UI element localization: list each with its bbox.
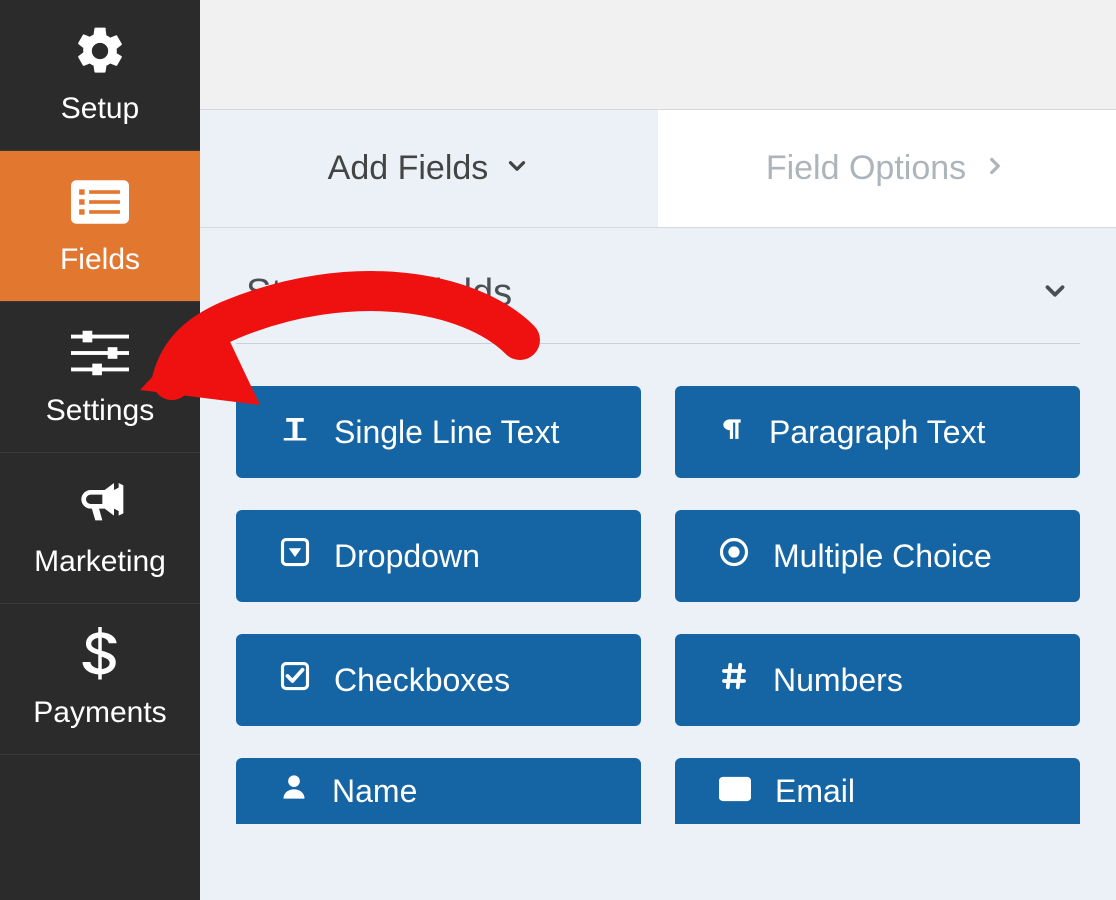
sidebar-item-label: Payments [33, 696, 166, 730]
sliders-icon [71, 324, 129, 382]
dollar-icon [71, 626, 129, 684]
field-button-numbers[interactable]: Numbers [675, 634, 1080, 726]
field-label: Multiple Choice [773, 538, 992, 575]
field-button-multiple-choice[interactable]: Multiple Choice [675, 510, 1080, 602]
field-label: Numbers [773, 662, 903, 699]
tab-field-options[interactable]: Field Options [658, 110, 1116, 227]
sidebar-item-payments[interactable]: Payments [0, 604, 200, 755]
field-label: Single Line Text [334, 414, 559, 451]
sidebar-item-label: Marketing [34, 545, 166, 579]
sidebar-item-label: Settings [46, 394, 154, 428]
field-button-email[interactable]: Email [675, 758, 1080, 824]
section-title: Standard Fields [246, 272, 512, 315]
section-header-standard-fields[interactable]: Standard Fields [236, 262, 1080, 344]
tab-label: Add Fields [328, 149, 489, 188]
envelope-icon [719, 773, 751, 810]
field-button-checkboxes[interactable]: Checkboxes [236, 634, 641, 726]
field-button-paragraph-text[interactable]: Paragraph Text [675, 386, 1080, 478]
chevron-down-icon [1040, 276, 1070, 311]
pilcrow-icon [719, 413, 745, 451]
main-area: Add Fields Field Options Standard Fields [200, 0, 1116, 900]
field-label: Name [332, 773, 417, 810]
sidebar: Setup Fields Settings Marketing Payments [0, 0, 200, 900]
field-label: Paragraph Text [769, 414, 985, 451]
dropdown-icon [280, 537, 310, 575]
radio-icon [719, 537, 749, 575]
sidebar-item-setup[interactable]: Setup [0, 0, 200, 151]
text-cursor-icon [280, 413, 310, 451]
tab-label: Field Options [766, 149, 966, 188]
checkbox-icon [280, 661, 310, 699]
tab-add-fields[interactable]: Add Fields [200, 110, 658, 227]
sidebar-item-label: Fields [60, 243, 140, 277]
tabs: Add Fields Field Options [200, 110, 1116, 228]
field-button-name[interactable]: Name [236, 758, 641, 824]
chevron-down-icon [504, 149, 530, 188]
field-buttons-grid: Single Line Text Paragraph Text Dropdown [236, 386, 1080, 824]
list-icon [71, 173, 129, 231]
field-label: Checkboxes [334, 662, 510, 699]
hash-icon [719, 661, 749, 699]
person-icon [280, 772, 308, 810]
field-label: Dropdown [334, 538, 480, 575]
field-button-single-line-text[interactable]: Single Line Text [236, 386, 641, 478]
sidebar-item-marketing[interactable]: Marketing [0, 453, 200, 604]
sidebar-item-settings[interactable]: Settings [0, 302, 200, 453]
field-label: Email [775, 773, 855, 810]
field-button-dropdown[interactable]: Dropdown [236, 510, 641, 602]
chevron-right-icon [982, 149, 1008, 188]
bullhorn-icon [71, 475, 129, 533]
top-strip [200, 0, 1116, 110]
sidebar-item-label: Setup [61, 92, 139, 126]
sidebar-item-fields[interactable]: Fields [0, 151, 200, 302]
fields-panel: Standard Fields Single Line Text Para [200, 228, 1116, 900]
gear-icon [71, 22, 129, 80]
